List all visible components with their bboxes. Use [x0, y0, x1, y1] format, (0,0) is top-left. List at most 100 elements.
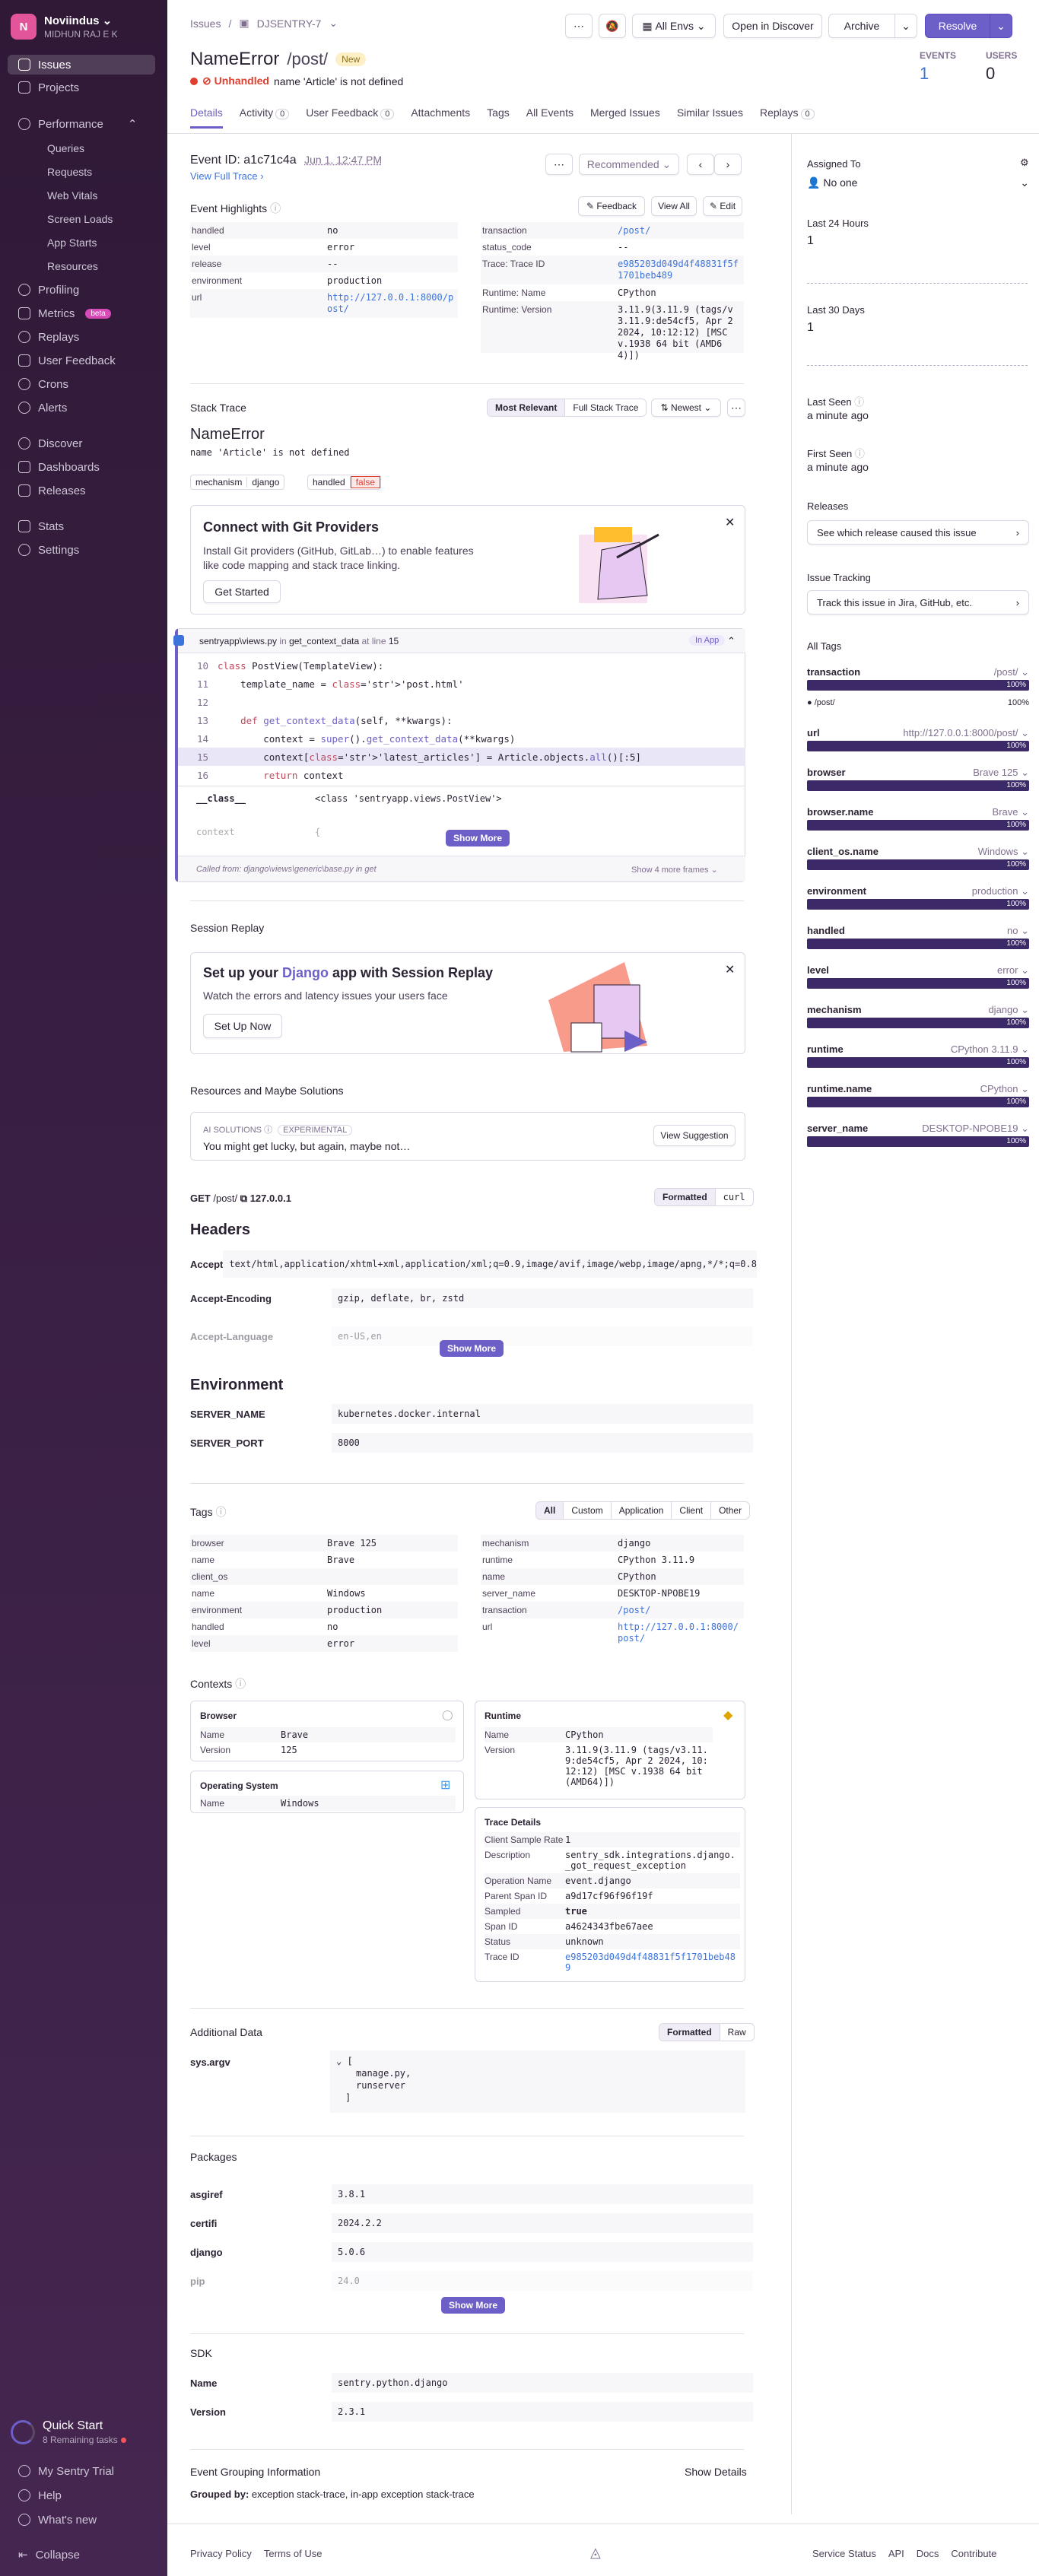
tag-bar[interactable]: 100% — [807, 680, 1029, 691]
contribute-link[interactable]: Contribute — [951, 2548, 996, 2559]
next-event-button[interactable]: › — [714, 154, 742, 175]
formatted-toggle[interactable]: Formatted — [655, 1189, 716, 1205]
tab-merged-issues[interactable]: Merged Issues — [590, 106, 660, 129]
see-release-button[interactable]: See which release caused this issue › — [807, 520, 1029, 545]
chevron-up-icon[interactable]: ⌃ — [727, 635, 736, 647]
assignee-dropdown[interactable]: 👤 No one ⌄ — [807, 176, 1029, 189]
nav-collapse[interactable]: ⇤ Collapse — [0, 2545, 167, 2565]
nav-whats-new[interactable]: What's new — [0, 2510, 167, 2530]
tag-bar[interactable]: 100% — [807, 1057, 1029, 1068]
event-more-button[interactable]: ⋯ — [545, 154, 573, 175]
archive-dropdown[interactable]: ⌄ — [894, 14, 917, 38]
tag-handled[interactable]: handled no ⌄ — [807, 925, 1029, 937]
org-switcher[interactable]: N Noviindus ⌄ MIDHUN RAJ E K — [11, 14, 118, 40]
set-up-now-button[interactable]: Set Up Now — [203, 1014, 282, 1038]
tag-filter-client[interactable]: Client — [672, 1502, 712, 1519]
tag-browser[interactable]: browser Brave 125 ⌄ — [807, 767, 1029, 779]
tag-url[interactable]: url http://127.0.0.1:8000/post/ ⌄ — [807, 727, 1029, 739]
gear-icon[interactable]: ⚙ — [1020, 157, 1029, 169]
nav-metrics[interactable]: Metrics beta — [0, 303, 167, 323]
frame-header[interactable]: sentryapp\views.py in get_context_data a… — [199, 636, 399, 646]
nav-projects[interactable]: Projects — [0, 78, 167, 97]
event-date[interactable]: Jun 1, 12:47 PM — [304, 154, 382, 166]
stack-more-button[interactable]: ⋯ — [727, 399, 745, 417]
nav-profiling[interactable]: Profiling — [0, 280, 167, 300]
most-relevant-toggle[interactable]: Most Relevant — [488, 399, 566, 416]
request-format-toggle[interactable]: Formatted curl — [654, 1188, 754, 1206]
kv-value[interactable]: http://127.0.0.1:8000/post/ — [327, 292, 458, 315]
tag-level[interactable]: level error ⌄ — [807, 964, 1029, 977]
tab-activity[interactable]: Activity 0 — [240, 106, 290, 129]
nav-screen-loads[interactable]: Screen Loads — [0, 209, 167, 229]
view-suggestion-button[interactable]: View Suggestion — [653, 1125, 736, 1146]
tag-filter-all[interactable]: All — [536, 1502, 564, 1519]
tag-bar[interactable]: 100% — [807, 978, 1029, 989]
tag-bar[interactable]: 100% — [807, 1097, 1029, 1107]
nav-crons[interactable]: Crons — [0, 374, 167, 394]
nav-dashboards[interactable]: Dashboards — [0, 457, 167, 477]
tag-filter-other[interactable]: Other — [711, 1502, 749, 1519]
event-id[interactable]: a1c71c4a — [243, 154, 296, 167]
status-link[interactable]: Service Status — [812, 2548, 876, 2559]
tag-bar[interactable]: 100% — [807, 859, 1029, 870]
nav-resources[interactable]: Resources — [0, 256, 167, 276]
nav-queries[interactable]: Queries — [0, 138, 167, 158]
feedback-button[interactable]: ✎ Feedback — [578, 196, 645, 216]
privacy-link[interactable]: Privacy Policy — [190, 2548, 252, 2559]
show-more-packages-button[interactable]: Show More — [441, 2297, 506, 2314]
tag-bar[interactable]: 100% — [807, 1018, 1029, 1028]
tag-transaction[interactable]: transaction/post/ ⌄ — [807, 666, 1029, 678]
curl-toggle[interactable]: curl — [716, 1189, 753, 1205]
api-link[interactable]: API — [888, 2548, 904, 2559]
tag-bar[interactable]: 100% — [807, 1136, 1029, 1147]
archive-button[interactable]: Archive — [828, 14, 895, 38]
prev-event-button[interactable]: ‹ — [687, 154, 714, 175]
tag-filters[interactable]: All Custom Application Client Other — [535, 1501, 751, 1520]
chevron-down-icon[interactable]: ⌄ — [336, 2056, 347, 2066]
track-issue-button[interactable]: Track this issue in Jira, GitHub, etc. › — [807, 590, 1029, 615]
tab-attachments[interactable]: Attachments — [411, 106, 470, 129]
tag-filter-application[interactable]: Application — [612, 1502, 672, 1519]
quick-start[interactable]: Quick Start 8 Remaining tasks — [11, 2419, 126, 2445]
raw-toggle[interactable]: Raw — [720, 2024, 754, 2041]
nav-requests[interactable]: Requests — [0, 162, 167, 182]
nav-settings[interactable]: Settings — [0, 540, 167, 560]
kv-value[interactable]: http://127.0.0.1:8000/post/ — [618, 1622, 744, 1644]
nav-user-feedback[interactable]: User Feedback — [0, 351, 167, 370]
tab-user-feedback[interactable]: User Feedback 0 — [306, 106, 395, 129]
last-30d-graph[interactable] — [807, 365, 1028, 366]
stack-view-toggle[interactable]: Most Relevant Full Stack Trace — [487, 399, 647, 417]
tag-environment[interactable]: environment production ⌄ — [807, 885, 1029, 897]
tag-filter-custom[interactable]: Custom — [564, 1502, 612, 1519]
tag-bar[interactable]: 100% — [807, 939, 1029, 949]
breadcrumb-issues[interactable]: Issues — [190, 17, 221, 30]
tag-browser.name[interactable]: browser.name Brave ⌄ — [807, 806, 1029, 818]
nav-web-vitals[interactable]: Web Vitals — [0, 186, 167, 205]
tag-bar[interactable]: 100% — [807, 741, 1029, 751]
context-value[interactable]: e985203d049d4f48831f5f1701beb489 — [565, 1952, 740, 1973]
get-started-button[interactable]: Get Started — [203, 580, 281, 603]
tag-mechanism[interactable]: mechanism django ⌄ — [807, 1004, 1029, 1016]
close-icon[interactable]: ✕ — [725, 515, 735, 530]
terms-link[interactable]: Terms of Use — [264, 2548, 323, 2559]
nav-alerts[interactable]: Alerts — [0, 398, 167, 418]
link-icon[interactable]: ⧉ — [240, 1193, 247, 1204]
tab-tags[interactable]: Tags — [487, 106, 510, 129]
close-icon[interactable]: ✕ — [725, 962, 735, 977]
tag-runtime.name[interactable]: runtime.name CPython ⌄ — [807, 1083, 1029, 1095]
kv-value[interactable]: /post/ — [618, 1605, 744, 1616]
sort-newest-dropdown[interactable]: ⇅ Newest ⌄ — [651, 399, 721, 417]
nav-discover[interactable]: Discover — [0, 434, 167, 453]
env-selector[interactable]: ▦ All Envs ⌄ — [632, 14, 716, 38]
edit-highlights-button[interactable]: ✎ Edit — [703, 196, 742, 216]
additional-format-toggle[interactable]: Formatted Raw — [659, 2023, 755, 2041]
nav-trial[interactable]: My Sentry Trial — [0, 2461, 167, 2481]
tag-bar[interactable]: 100% — [807, 820, 1029, 831]
recommended-dropdown[interactable]: Recommended ⌄ — [579, 154, 679, 175]
tag-bar[interactable]: 100% — [807, 899, 1029, 910]
tab-replays[interactable]: Replays 0 — [760, 106, 815, 129]
nav-replays[interactable]: Replays — [0, 327, 167, 347]
resolve-button[interactable]: Resolve — [925, 14, 990, 38]
tab-all-events[interactable]: All Events — [526, 106, 574, 129]
formatted-toggle[interactable]: Formatted — [659, 2024, 720, 2041]
